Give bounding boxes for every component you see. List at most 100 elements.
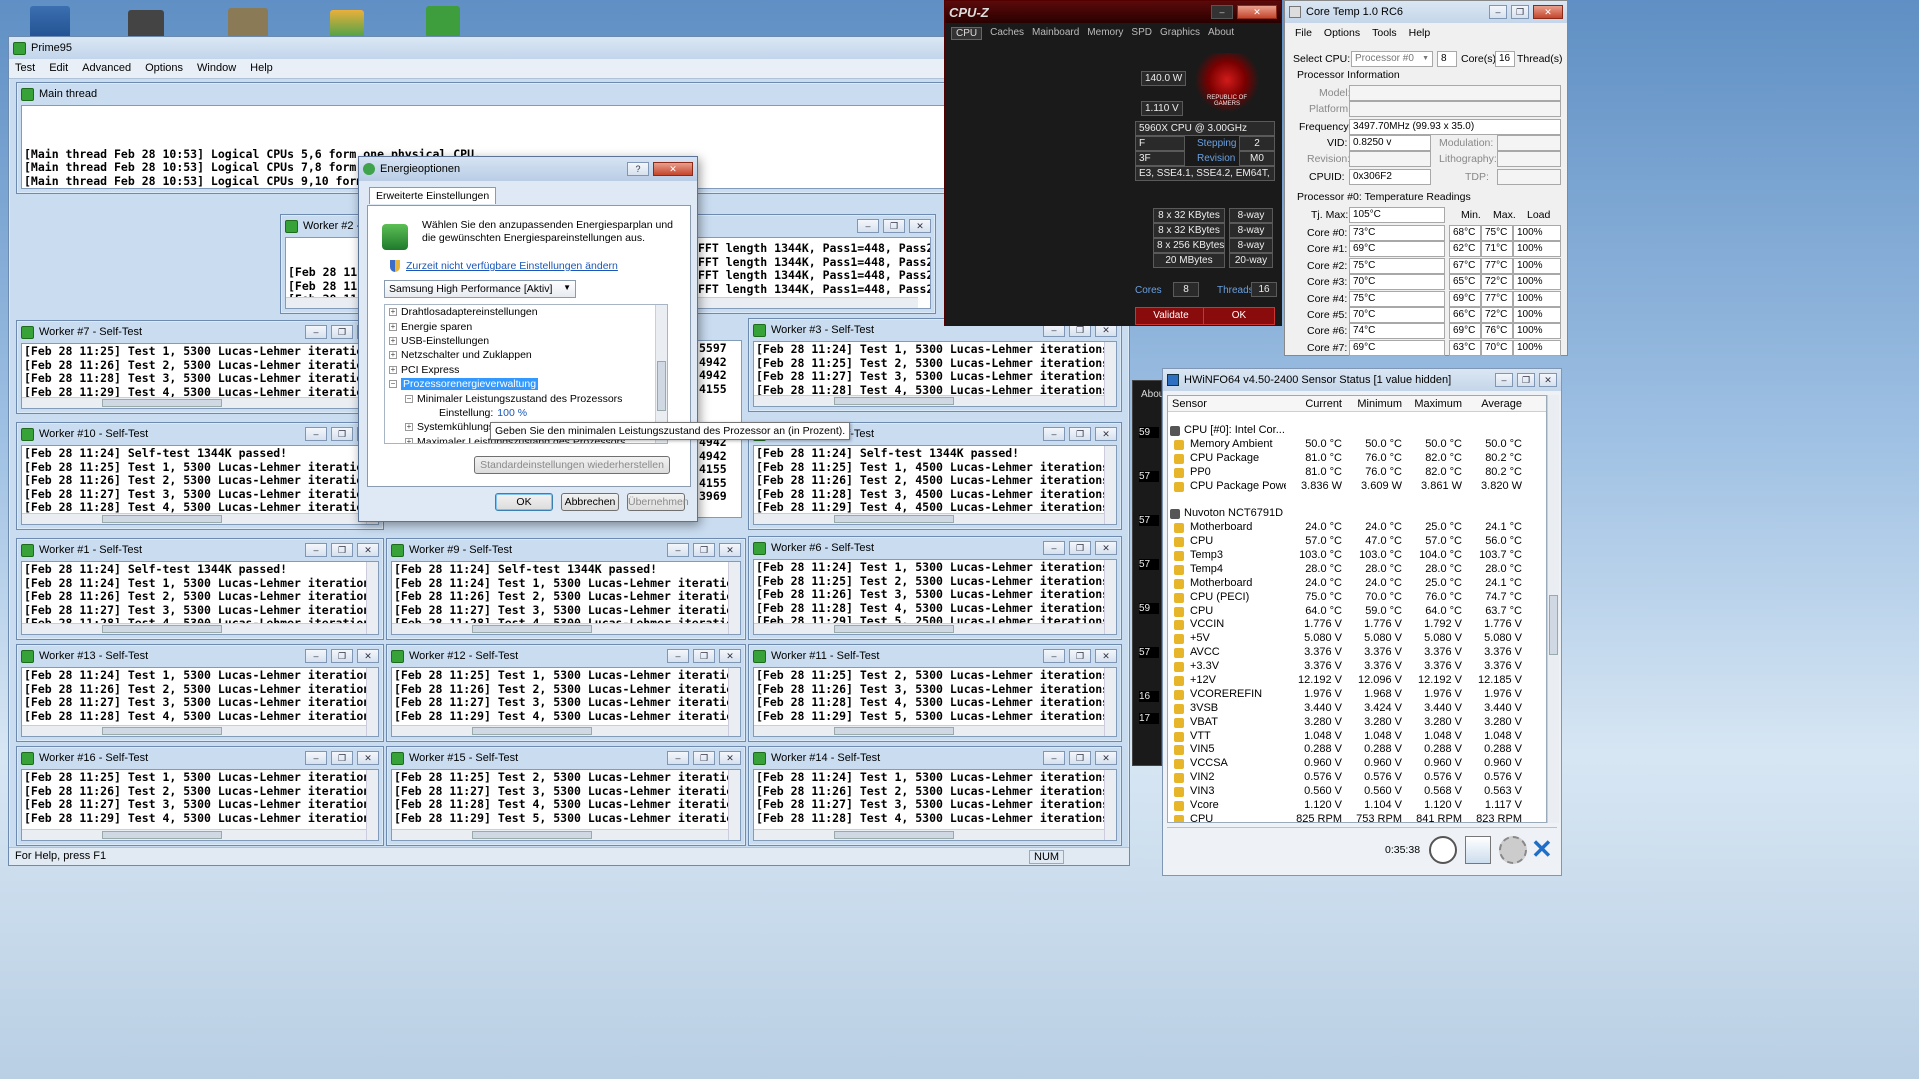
sensor-row[interactable]: VCCIN 1.776 V 1.776 V 1.792 V 1.776 V xyxy=(1168,618,1546,632)
maximize-button[interactable]: ❐ xyxy=(1517,373,1535,387)
minimize-button[interactable]: – xyxy=(1211,5,1233,19)
horizontal-scrollbar[interactable] xyxy=(22,397,366,408)
expand-toggle-icon[interactable]: + xyxy=(405,423,413,432)
sensor-row[interactable]: Vcore 1.120 V 1.104 V 1.120 V 1.117 V xyxy=(1168,799,1546,813)
column-header[interactable]: Maximum xyxy=(1406,398,1466,411)
sensor-row[interactable]: CPU [#0]: Intel Cor... xyxy=(1168,424,1546,438)
sensor-row[interactable]: CPU 64.0 °C 59.0 °C 64.0 °C 63.7 °C xyxy=(1168,605,1546,619)
cancel-button[interactable]: Abbrechen xyxy=(561,493,619,511)
maximize-button[interactable]: ❐ xyxy=(1069,541,1091,555)
expand-toggle-icon[interactable]: + xyxy=(389,365,397,374)
sensor-row[interactable]: VBAT 3.280 V 3.280 V 3.280 V 3.280 V xyxy=(1168,716,1546,730)
sensor-row[interactable]: Motherboard 24.0 °C 24.0 °C 25.0 °C 24.1 °C xyxy=(1168,521,1546,535)
close-button[interactable]: ✕ xyxy=(1095,427,1117,441)
cpuz-tab[interactable]: CPU xyxy=(951,27,983,40)
horizontal-scrollbar[interactable] xyxy=(22,725,366,736)
horizontal-scrollbar[interactable] xyxy=(754,725,1104,736)
hwinfo-titlebar[interactable]: HWiNFO64 v4.50-2400 Sensor Status [1 val… xyxy=(1163,369,1561,391)
sensor-row[interactable]: AVCC 3.376 V 3.376 V 3.376 V 3.376 V xyxy=(1168,646,1546,660)
dialog-titlebar[interactable]: Energieoptionen ? ✕ xyxy=(359,157,697,181)
expand-toggle-icon[interactable]: + xyxy=(405,437,413,443)
hwinfo-close-icon[interactable]: ✕ xyxy=(1531,834,1553,864)
minimize-button[interactable]: – xyxy=(1489,5,1507,19)
tree-item[interactable]: − Minimaler Leistungszustand des Prozesso… xyxy=(385,391,667,405)
sensor-row[interactable]: VCOREREFIN 1.976 V 1.968 V 1.976 V 1.976 V xyxy=(1168,688,1546,702)
worker-titlebar[interactable]: Worker #16 - Self-Test – ❐ ✕ xyxy=(17,747,383,769)
tree-item[interactable]: + Drahtlosadaptereinstellungen xyxy=(385,305,667,319)
help-button[interactable]: ? xyxy=(627,162,649,176)
maximize-button[interactable]: ❐ xyxy=(1069,649,1091,663)
horizontal-scrollbar[interactable] xyxy=(392,725,728,736)
cpuz-tab[interactable]: Caches xyxy=(990,27,1024,40)
ok-button[interactable]: OK xyxy=(495,493,553,511)
sensor-scrollbar[interactable] xyxy=(1547,395,1559,823)
tree-item[interactable]: + Netzschalter und Zuklappen xyxy=(385,348,667,362)
vertical-scrollbar[interactable] xyxy=(366,668,378,736)
maximize-button[interactable]: ❐ xyxy=(331,325,353,339)
minimize-button[interactable]: – xyxy=(305,649,327,663)
sensor-row[interactable]: 3VSB 3.440 V 3.424 V 3.440 V 3.440 V xyxy=(1168,702,1546,716)
column-header[interactable]: Average xyxy=(1466,398,1526,411)
clock-icon[interactable] xyxy=(1429,836,1457,864)
settings-tab[interactable]: Erweiterte Einstellungen xyxy=(369,187,497,204)
restore-defaults-button[interactable]: Standardeinstellungen wiederherstellen xyxy=(474,456,670,474)
minimize-button[interactable]: – xyxy=(305,751,327,765)
sensor-row[interactable]: VTT 1.048 V 1.048 V 1.048 V 1.048 V xyxy=(1168,730,1546,744)
minimize-button[interactable]: – xyxy=(1043,541,1065,555)
tree-item[interactable]: + USB-Einstellungen xyxy=(385,334,667,348)
settings-icon[interactable] xyxy=(1499,836,1527,864)
sensor-row[interactable]: Memory Ambient 50.0 °C 50.0 °C 50.0 °C 50.0 … xyxy=(1168,438,1546,452)
coretemp-close-button[interactable]: ✕ xyxy=(1533,5,1563,19)
minimize-button[interactable]: – xyxy=(305,427,327,441)
sensor-row[interactable]: CPU 57.0 °C 47.0 °C 57.0 °C 56.0 °C xyxy=(1168,535,1546,549)
maximize-button[interactable]: ❐ xyxy=(693,543,715,557)
maximize-button[interactable]: ❐ xyxy=(331,649,353,663)
menu-advanced[interactable]: Advanced xyxy=(82,62,131,75)
close-button[interactable]: ✕ xyxy=(1095,751,1117,765)
maximize-button[interactable]: ❐ xyxy=(331,427,353,441)
setting-value[interactable]: 100 % xyxy=(497,407,527,419)
minimize-button[interactable]: – xyxy=(667,649,689,663)
horizontal-scrollbar[interactable] xyxy=(392,623,728,634)
worker-titlebar[interactable]: Worker #7 - Self-Test–❐✕ xyxy=(17,321,383,343)
menu-options[interactable]: Options xyxy=(145,62,183,75)
cpuz-tab[interactable]: Memory xyxy=(1087,27,1123,40)
close-button[interactable]: ✕ xyxy=(357,751,379,765)
maximize-button[interactable]: ❐ xyxy=(1069,427,1091,441)
sensor-row[interactable]: Temp4 28.0 °C 28.0 °C 28.0 °C 28.0 °C xyxy=(1168,563,1546,577)
cpuz-titlebar[interactable]: CPU-Z – ✕ xyxy=(945,1,1281,23)
horizontal-scrollbar[interactable] xyxy=(754,829,1104,840)
vertical-scrollbar[interactable] xyxy=(728,562,740,634)
minimize-button[interactable]: – xyxy=(1043,649,1065,663)
sensor-row[interactable]: VCCSA 0.960 V 0.960 V 0.960 V 0.960 V xyxy=(1168,757,1546,771)
coretemp-titlebar[interactable]: Core Temp 1.0 RC6 – ❐ ✕ xyxy=(1285,1,1567,23)
ct-menu-tools[interactable]: Tools xyxy=(1372,27,1397,41)
sensor-row[interactable]: CPU 825 RPM 753 RPM 841 RPM 823 RPM xyxy=(1168,813,1546,822)
vertical-scrollbar[interactable] xyxy=(366,562,378,634)
expand-toggle-icon[interactable]: − xyxy=(405,394,413,403)
tree-item[interactable]: + PCI Express xyxy=(385,363,667,377)
sensor-row[interactable]: CPU Package 81.0 °C 76.0 °C 82.0 °C 80.2 °C xyxy=(1168,452,1546,466)
expand-toggle-icon[interactable]: + xyxy=(389,322,397,331)
sensor-row[interactable]: Nuvoton NCT6791D xyxy=(1168,507,1546,521)
expand-toggle-icon[interactable]: − xyxy=(389,380,397,389)
close-button[interactable]: ✕ xyxy=(719,543,741,557)
dialog-close-button[interactable]: ✕ xyxy=(653,162,693,176)
report-icon[interactable] xyxy=(1465,836,1491,864)
worker-titlebar[interactable]: Worker #6 - Self-Test – ❐ ✕ xyxy=(749,537,1121,559)
close-button[interactable]: ✕ xyxy=(719,751,741,765)
horizontal-scrollbar[interactable] xyxy=(22,829,366,840)
vertical-scrollbar[interactable] xyxy=(1104,560,1116,634)
worker-titlebar[interactable]: Worker #10 - Self-Test–❐✕ xyxy=(17,423,383,445)
menu-window[interactable]: Window xyxy=(197,62,236,75)
worker-titlebar[interactable]: Worker #15 - Self-Test – ❐ ✕ xyxy=(387,747,745,769)
close-button[interactable]: ✕ xyxy=(909,219,931,233)
minimize-button[interactable]: – xyxy=(305,543,327,557)
sensor-row[interactable]: VIN2 0.576 V 0.576 V 0.576 V 0.576 V xyxy=(1168,771,1546,785)
minimize-button[interactable]: – xyxy=(667,543,689,557)
minimize-button[interactable]: – xyxy=(1043,751,1065,765)
column-header[interactable]: Current xyxy=(1286,398,1346,411)
sensor-row[interactable] xyxy=(1168,493,1546,507)
vertical-scrollbar[interactable] xyxy=(1104,342,1116,406)
close-button[interactable]: ✕ xyxy=(719,649,741,663)
